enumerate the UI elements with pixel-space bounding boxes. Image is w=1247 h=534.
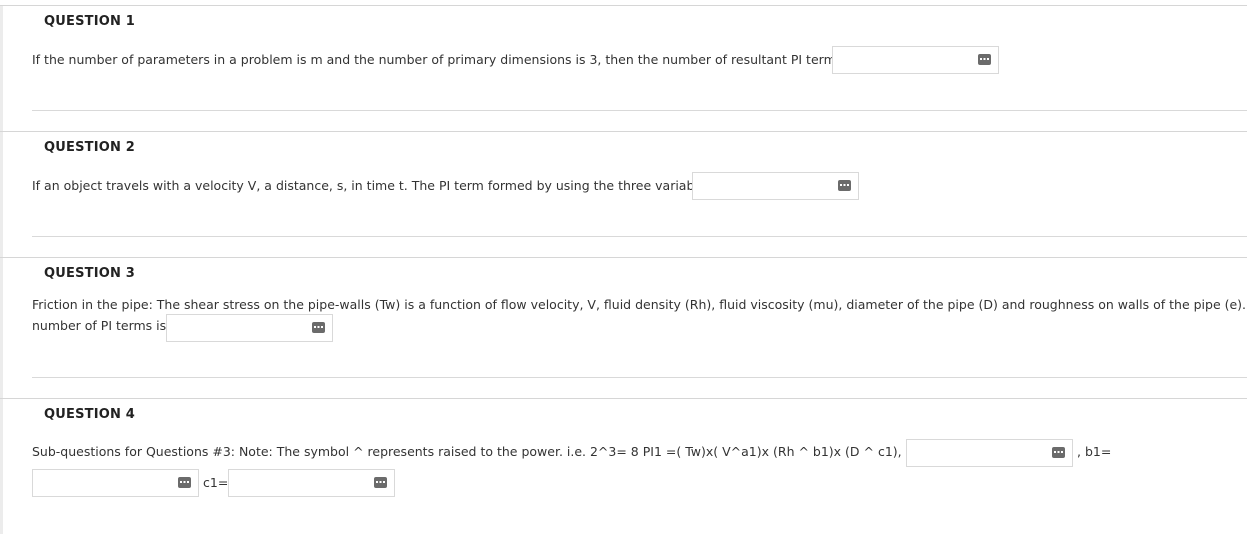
question-3: QUESTION 3 Friction in the pipe: The she… [0, 257, 1247, 399]
keyboard-icon[interactable] [178, 477, 191, 488]
c1-answer-field[interactable] [228, 469, 395, 497]
question-2: QUESTION 2 If an object travels with a v… [0, 131, 1247, 258]
question-3-text-line2: number of PI terms is [32, 318, 167, 333]
question-2-border [0, 132, 3, 258]
question-1-text: If the number of parameters in a problem… [32, 52, 857, 67]
question-3-border [0, 258, 3, 399]
question-1-title: QUESTION 1 [44, 14, 136, 29]
a1-answer-field[interactable] [906, 439, 1073, 467]
keyboard-icon[interactable] [374, 477, 387, 488]
question-3-title: QUESTION 3 [44, 266, 136, 281]
question-3-answer-field[interactable] [166, 314, 333, 342]
question-1-answer-field[interactable] [832, 46, 999, 74]
question-4-border [0, 399, 3, 534]
question-2-answer-field[interactable] [692, 172, 859, 200]
c1-label: c1= [203, 475, 229, 490]
question-3-divider [32, 377, 1247, 378]
keyboard-icon[interactable] [978, 54, 991, 65]
question-4: QUESTION 4 Sub-questions for Questions #… [0, 398, 1247, 534]
question-2-title: QUESTION 2 [44, 140, 136, 155]
b1-answer-field[interactable] [32, 469, 199, 497]
question-4-text: Sub-questions for Questions #3: Note: Th… [32, 444, 975, 459]
question-3-text-line1: Friction in the pipe: The shear stress o… [32, 297, 1247, 312]
question-1: QUESTION 1 If the number of parameters i… [0, 5, 1247, 132]
question-2-divider [32, 236, 1247, 237]
keyboard-icon[interactable] [312, 322, 325, 333]
keyboard-icon[interactable] [1052, 447, 1065, 458]
b1-label: , b1= [1077, 444, 1112, 459]
question-1-border [0, 6, 3, 132]
keyboard-icon[interactable] [838, 180, 851, 191]
question-4-title: QUESTION 4 [44, 407, 136, 422]
question-2-text: If an object travels with a velocity V, … [32, 178, 727, 193]
question-1-divider [32, 110, 1247, 111]
